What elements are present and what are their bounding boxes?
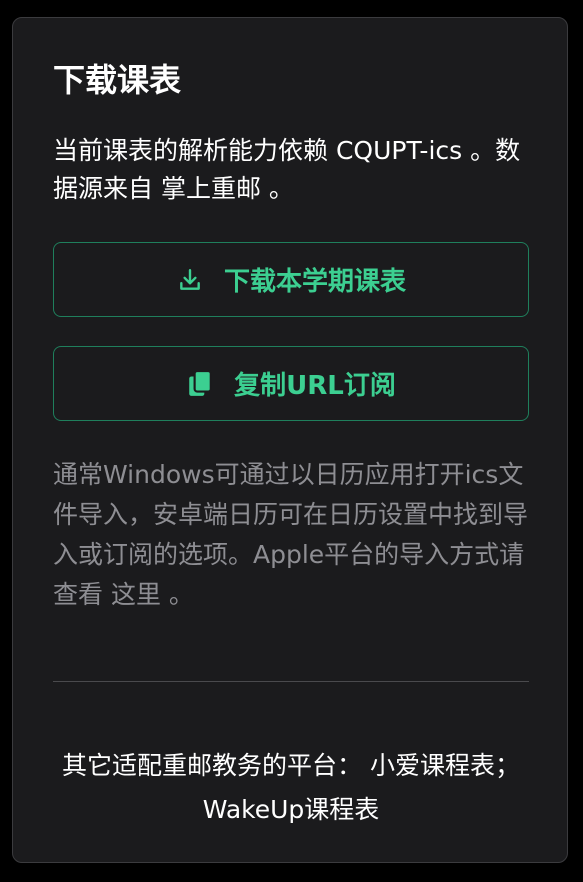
- copy-url-subscribe-button[interactable]: 复制URL订阅: [53, 346, 529, 421]
- download-button-label: 下载本学期课表: [223, 267, 406, 297]
- apple-import-link[interactable]: 这里: [111, 580, 161, 609]
- section-divider: [53, 681, 529, 682]
- description-suffix: 。: [260, 174, 294, 203]
- card-title: 下载课表: [53, 61, 182, 99]
- copy-icon: [186, 369, 214, 398]
- card-description: 当前课表的解析能力依赖 CQUPT-ics 。数据源来自 掌上重邮 。: [53, 132, 533, 208]
- wakeup-schedule-link[interactable]: WakeUp课程表: [203, 795, 380, 824]
- xiaoai-schedule-link[interactable]: 小爱课程表: [370, 751, 495, 780]
- import-hint: 通常Windows可通过以日历应用打开ics文件导入，安卓端日历可在日历设置中找…: [53, 455, 531, 615]
- zhangshang-chongyou-link[interactable]: 掌上重邮: [161, 174, 261, 203]
- other-separator: ；: [494, 751, 520, 780]
- download-schedule-button[interactable]: 下载本学期课表: [53, 242, 529, 317]
- copy-button-label: 复制URL订阅: [234, 371, 396, 401]
- download-schedule-card: 下载课表 当前课表的解析能力依赖 CQUPT-ics 。数据源来自 掌上重邮 。…: [12, 17, 568, 863]
- cqupt-ics-link[interactable]: CQUPT-ics: [336, 136, 462, 165]
- hint-suffix: 。: [160, 580, 194, 609]
- other-prefix: 其它适配重邮教务的平台：: [62, 751, 370, 780]
- download-icon: [176, 266, 204, 294]
- description-prefix: 当前课表的解析能力依赖: [53, 136, 336, 165]
- other-platforms: 其它适配重邮教务的平台： 小爱课程表； WakeUp课程表: [43, 744, 539, 832]
